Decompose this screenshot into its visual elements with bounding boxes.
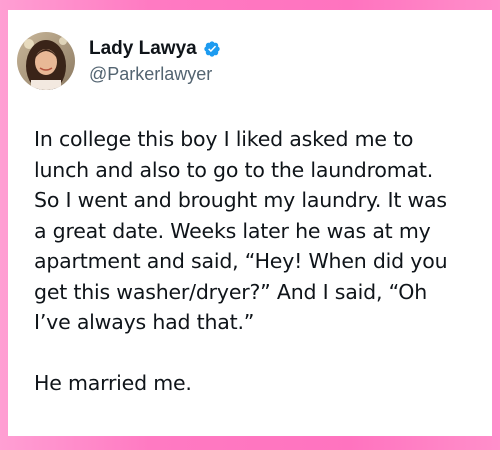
tweet-line: a great date. Weeks later he was at my <box>34 218 431 243</box>
tweet-line: lunch and also to go to the laundromat. <box>34 157 434 182</box>
tweet-header: Lady Lawya @Parkerlawyer <box>17 30 221 92</box>
tweet-text: In college this boy I liked asked me to … <box>34 124 496 399</box>
handle[interactable]: @Parkerlawyer <box>89 62 221 86</box>
verified-badge-icon <box>203 40 221 58</box>
tweet-line: get this washer/dryer?” And I said, “Oh <box>34 279 427 304</box>
display-name[interactable]: Lady Lawya <box>89 37 197 61</box>
author-info: Lady Lawya @Parkerlawyer <box>89 37 221 86</box>
tweet-line: I’ve always had that.” <box>34 310 255 334</box>
avatar-image <box>17 32 75 90</box>
tweet-line: In college this boy I liked asked me to <box>34 127 414 151</box>
name-row: Lady Lawya <box>89 37 221 61</box>
paragraph-break <box>34 338 496 369</box>
tweet-line: So I went and brought my laundry. It was <box>34 188 447 212</box>
tweet-closing-line: He married me. <box>34 371 192 395</box>
avatar[interactable] <box>17 32 75 90</box>
tweet-card: Lady Lawya @Parkerlawyer In college this… <box>8 10 492 436</box>
tweet-line: apartment and said, “Hey! When did you <box>34 249 448 273</box>
